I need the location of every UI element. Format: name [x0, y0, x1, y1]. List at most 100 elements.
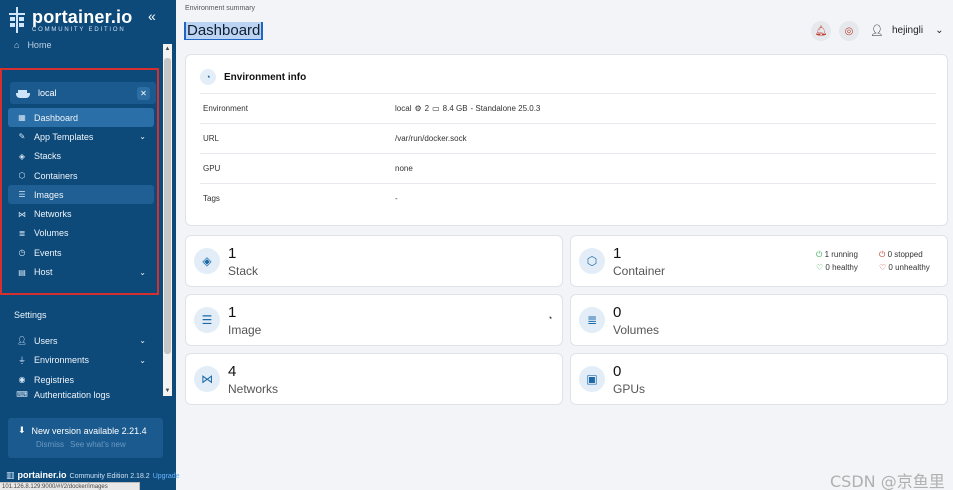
- breadcrumb[interactable]: Environment summary: [185, 5, 255, 12]
- close-environment-icon[interactable]: ✕: [137, 86, 150, 100]
- gauge-icon: ◔: [200, 69, 216, 85]
- sidebar-item-volumes[interactable]: ≣ Volumes: [8, 224, 154, 243]
- sidebar-item-environments[interactable]: ⏚ Environments ⌄: [8, 351, 154, 371]
- env-row-url: URL /var/run/docker.sock: [200, 123, 936, 153]
- bell-icon: 🔔︎: [814, 25, 828, 37]
- image-label: Image: [228, 323, 262, 337]
- networks-count: 4: [228, 363, 237, 380]
- status-url: 101.126.8.129:9000/#!/2/docker/images: [0, 482, 140, 490]
- sidebar-item-images[interactable]: ☰ Images: [8, 185, 154, 205]
- chip-icon: ▣: [579, 366, 605, 392]
- stack-count: 1: [228, 245, 237, 262]
- stack-card[interactable]: ◈ 1 Stack: [185, 235, 563, 287]
- volumes-card[interactable]: ≣ 0 Volumes: [570, 294, 948, 346]
- sidebar-item-containers[interactable]: ⬡ Containers: [8, 166, 154, 185]
- env-row-key: Tags: [203, 194, 220, 203]
- networks-label: Networks: [228, 382, 279, 396]
- chevron-down-icon[interactable]: ⌄: [139, 268, 146, 277]
- environment-name: local: [38, 88, 57, 98]
- gpus-label: GPUs: [613, 382, 646, 396]
- env-row-gpu: GPU none: [200, 153, 936, 183]
- sidebar-item-label: Authentication logs: [34, 389, 111, 400]
- watermark: CSDN @京鱼里: [830, 472, 945, 490]
- env-row-key: Environment: [203, 104, 248, 113]
- help-button[interactable]: ◎: [839, 21, 859, 41]
- footer-brand: portainer.io: [17, 470, 67, 480]
- sidebar-item-authentication-logs[interactable]: ⌨ Authentication logs: [8, 390, 154, 402]
- environment-header[interactable]: local ✕: [10, 82, 156, 104]
- dismiss-link[interactable]: Dismiss: [36, 440, 64, 449]
- chevron-down-icon[interactable]: ⌄: [139, 336, 146, 345]
- user-menu[interactable]: 👤︎ hejingli ⌄: [870, 24, 944, 37]
- stacks-icon: ◈: [18, 151, 26, 161]
- sidebar-footer: ▥ portainer.io Community Edition 2.18.2 …: [6, 470, 180, 481]
- cpu-count: 2: [424, 104, 430, 113]
- collapse-sidebar-icon[interactable]: «: [148, 8, 156, 24]
- clock-icon: ◷: [18, 248, 26, 258]
- power-off-icon: ⏻: [879, 250, 886, 259]
- user-icon: 👤︎: [870, 25, 884, 37]
- log-icon: ⌨: [16, 389, 28, 399]
- pie-chart-icon: ◔: [547, 313, 553, 323]
- heart-icon: ♡: [816, 263, 824, 272]
- gpus-count: 0: [613, 363, 622, 380]
- notifications-button[interactable]: 🔔︎: [811, 21, 831, 41]
- users-icon: 👤︎: [16, 336, 28, 346]
- healthy-count: 0 healthy: [825, 263, 858, 272]
- page-title: Dashboard: [184, 22, 264, 40]
- networks-card[interactable]: ⋈ 4 Networks: [185, 353, 563, 405]
- scroll-up-icon[interactable]: ▲: [164, 46, 171, 52]
- power-icon: ⏻: [816, 250, 823, 259]
- environment-info-card: ◔ Environment info Environment local ⚙ 2…: [185, 54, 948, 226]
- gpus-card[interactable]: ▣ 0 GPUs: [570, 353, 948, 405]
- sidebar-item-app-templates[interactable]: ✎ App Templates ⌄: [8, 127, 154, 146]
- lifebuoy-icon: ◎: [844, 25, 854, 37]
- stack-label: Stack: [228, 264, 259, 278]
- sidebar-item-label: Stacks: [34, 151, 62, 162]
- env-row-tags: Tags -: [200, 183, 936, 213]
- sidebar-item-networks[interactable]: ⋈ Networks: [8, 204, 154, 223]
- memory-size: 8.4 GB: [442, 104, 468, 113]
- upgrade-link[interactable]: Upgrade: [153, 473, 180, 480]
- sidebar-scroll-thumb[interactable]: [164, 58, 171, 354]
- running-count: 1 running: [824, 250, 858, 259]
- sidebar-item-dashboard[interactable]: ▦ Dashboard: [8, 108, 154, 128]
- sidebar-item-label: Host: [34, 267, 53, 278]
- sidebar-item-host[interactable]: ▤ Host ⌄: [8, 262, 154, 281]
- sidebar-item-label: Users: [34, 335, 58, 346]
- image-card[interactable]: ☰ 1 Image ◔: [185, 294, 563, 346]
- volumes-count: 0: [613, 304, 622, 321]
- server-icon: ▤: [18, 267, 26, 277]
- brand[interactable]: portainer.io COMMUNITY EDITION «: [0, 0, 176, 40]
- list-icon: ☰: [18, 190, 26, 200]
- whats-new-link[interactable]: See what's new: [70, 440, 126, 449]
- list-icon: ☰: [194, 307, 220, 333]
- sidebar-item-label: Environments: [34, 355, 90, 366]
- volumes-label: Volumes: [613, 323, 660, 337]
- sidebar-item-home[interactable]: ⌂ Home: [14, 40, 51, 50]
- sidebar-item-label: Volumes: [34, 228, 69, 239]
- sidebar-item-registries[interactable]: ◉ Registries: [8, 370, 154, 390]
- network-icon: ⋈: [18, 209, 26, 219]
- environment-nav: ▦ Dashboard ✎ App Templates ⌄ ◈ Stacks ⬡…: [8, 108, 154, 282]
- heart-broken-icon: ♡: [879, 263, 887, 272]
- scroll-down-icon[interactable]: ▼: [164, 388, 171, 394]
- sidebar: portainer.io COMMUNITY EDITION « ⌂ Home …: [0, 0, 180, 490]
- cube-icon: ⬡: [579, 248, 605, 274]
- settings-heading: Settings: [14, 310, 47, 320]
- sidebar-item-users[interactable]: 👤︎ Users ⌄: [8, 331, 154, 351]
- sidebar-item-label: Home: [27, 40, 52, 50]
- brand-name: portainer.io: [32, 6, 133, 27]
- database-icon: ≣: [579, 307, 605, 333]
- chevron-down-icon: ⌄: [935, 25, 944, 36]
- chevron-down-icon[interactable]: ⌄: [139, 132, 146, 141]
- plug-icon: ⏚: [18, 355, 26, 365]
- container-card[interactable]: ⬡ 1 Container ⏻ 1 running ♡ 0 healthy ⏻ …: [570, 235, 948, 287]
- settings-nav: 👤︎ Users ⌄ ⏚ Environments ⌄ ◉ Registries…: [8, 331, 154, 402]
- chevron-down-icon[interactable]: ⌄: [139, 356, 146, 365]
- update-notice: ⬇ New version available 2.21.4 Dismiss S…: [8, 418, 163, 458]
- sidebar-item-stacks[interactable]: ◈ Stacks: [8, 147, 154, 166]
- home-icon: ⌂: [14, 40, 20, 50]
- sidebar-item-events[interactable]: ◷ Events: [8, 243, 154, 262]
- env-row-value: none: [395, 164, 413, 173]
